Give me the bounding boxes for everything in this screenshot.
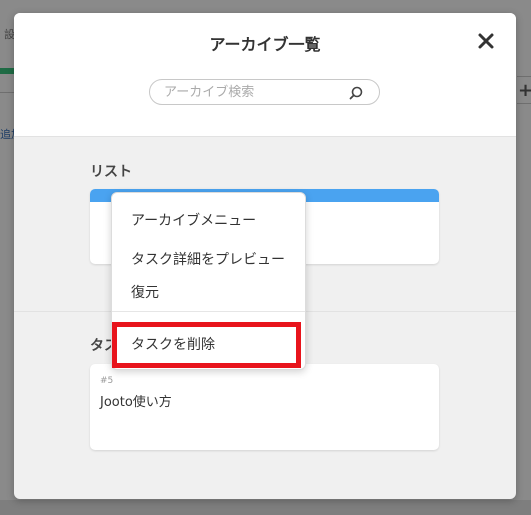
archive-context-menu: アーカイブメニュー タスク詳細をプレビュー 復元 タスクを削除 xyxy=(111,192,306,370)
close-icon xyxy=(478,33,494,49)
restore-menu-item[interactable]: 復元 xyxy=(112,278,305,308)
background-divider xyxy=(0,92,14,93)
menu-separator xyxy=(112,311,305,312)
background-bottom-strip xyxy=(0,500,531,515)
background-divider xyxy=(517,76,531,77)
search-input[interactable] xyxy=(164,83,344,101)
background-add-icon: + xyxy=(518,80,531,101)
archived-task-card[interactable]: #5 Jooto使い方 xyxy=(90,364,439,450)
context-menu-title: アーカイブメニュー xyxy=(131,213,257,229)
task-id: #5 xyxy=(100,376,114,386)
close-button[interactable] xyxy=(474,29,498,53)
preview-task-menu-item[interactable]: タスク詳細をプレビュー xyxy=(112,245,305,275)
modal-header: アーカイブ一覧 xyxy=(14,13,516,137)
delete-task-menu-item[interactable]: タスクを削除 xyxy=(112,330,305,360)
modal-title: アーカイブ一覧 xyxy=(209,35,321,54)
background-green-bar xyxy=(0,68,14,74)
search-icon[interactable] xyxy=(348,85,364,101)
list-section-label: リスト xyxy=(90,164,132,180)
task-name: Jooto使い方 xyxy=(100,395,172,410)
background-divider xyxy=(517,103,531,104)
search-box xyxy=(149,79,380,105)
